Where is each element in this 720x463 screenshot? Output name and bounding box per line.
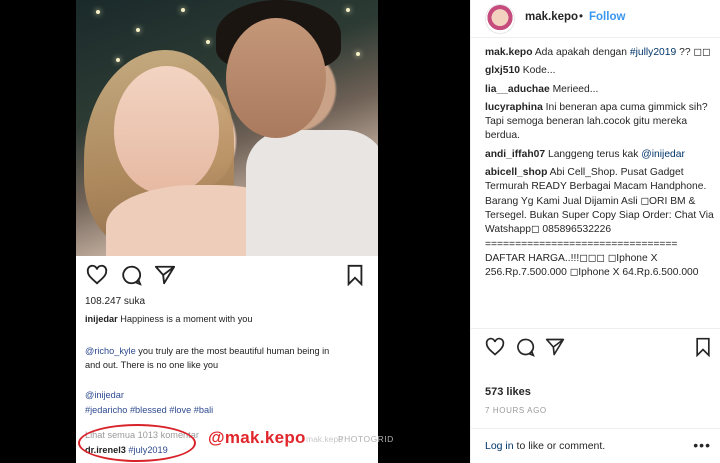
share-icon xyxy=(154,265,176,285)
comment-text: Merieed... xyxy=(552,83,599,95)
login-prompt: Log in to like or comment. xyxy=(485,440,605,452)
post-photo[interactable] xyxy=(76,0,378,256)
man-face xyxy=(226,18,326,138)
follow-button[interactable]: Follow xyxy=(589,11,625,23)
instagram-post-view: 108.247 suka inijedar Happiness is a mom… xyxy=(0,0,720,463)
comment-text: Ada apakah dengan xyxy=(534,47,630,58)
red-circle-annotation xyxy=(78,424,196,462)
comment-user[interactable]: lia__aduchae xyxy=(485,84,550,95)
login-prompt-text: to like or comment. xyxy=(513,440,606,452)
comment-text: Abi Cell_Shop. Pusat Gadget Termurah REA… xyxy=(485,167,714,279)
comments-list[interactable]: mak.kepo Ada apakah dengan #jully2019 ??… xyxy=(485,46,717,324)
comments-pane: mak.kepo • Follow mak.kepo Ada apakah de… xyxy=(470,0,720,463)
post-media-area: 108.247 suka inijedar Happiness is a mom… xyxy=(0,0,470,463)
avatar[interactable] xyxy=(485,4,515,34)
comments-scrollbar[interactable] xyxy=(714,46,718,324)
login-footer: Log in to like or comment. ••• xyxy=(471,428,720,463)
comment-user[interactable]: abicell_shop xyxy=(485,167,547,178)
comment-user[interactable]: glxj510 xyxy=(485,65,520,76)
comment-item: lia__aduchae Merieed... xyxy=(485,83,717,97)
post-action-bar xyxy=(471,328,720,364)
watermark-text: @mak.kepo xyxy=(208,428,306,447)
login-link[interactable]: Log in xyxy=(485,440,514,452)
bookmark-icon xyxy=(347,264,363,286)
embedded-action-bar xyxy=(86,264,368,290)
header-separator: • xyxy=(579,11,584,23)
comment-user[interactable]: andi_iffah07 xyxy=(485,149,545,160)
comment-text-after: ?? ◻◻ xyxy=(676,47,711,58)
photogrid-watermark: PHOTOGRID xyxy=(338,434,394,444)
embedded-mention-line: @richo_kyle you truly are the most beaut… xyxy=(85,346,375,357)
comment-text: Langgeng terus kak xyxy=(547,148,642,160)
comment-icon xyxy=(122,265,142,286)
embedded-caption: inijedar Happiness is a moment with you xyxy=(85,314,375,325)
comment-user[interactable]: lucyraphina xyxy=(485,102,543,113)
header-username[interactable]: mak.kepo xyxy=(525,11,578,23)
post-header: mak.kepo • Follow xyxy=(471,0,720,38)
post-timestamp[interactable]: 7 HOURS AGO xyxy=(485,406,547,415)
embedded-post-screenshot: 108.247 suka inijedar Happiness is a mom… xyxy=(76,256,393,463)
comment-item: glxj510 Kode... xyxy=(485,64,717,78)
likes-count[interactable]: 573 likes xyxy=(485,386,531,398)
mention-text: you truly are the most beautiful human b… xyxy=(138,346,330,356)
comment-item: abicell_shop Abi Cell_Shop. Pusat Gadget… xyxy=(485,166,717,280)
share-icon[interactable] xyxy=(545,337,565,357)
more-options-icon[interactable]: ••• xyxy=(693,437,711,453)
man-shirt xyxy=(246,130,378,256)
comment-item: mak.kepo Ada apakah dengan #jully2019 ??… xyxy=(485,46,717,60)
caption-user: inijedar xyxy=(85,314,118,324)
comment-user[interactable]: mak.kepo xyxy=(485,47,533,58)
embedded-mention-line-2: and out. There is no one like you xyxy=(85,360,219,370)
embedded-self-mention: @inijedar xyxy=(85,390,124,400)
bookmark-icon[interactable] xyxy=(693,337,713,357)
embedded-likes: 108.247 suka xyxy=(85,296,146,307)
heart-icon[interactable] xyxy=(485,337,505,357)
comment-mention[interactable]: @inijedar xyxy=(641,149,685,160)
comment-icon[interactable] xyxy=(515,337,535,357)
comment-hashtag[interactable]: #jully2019 xyxy=(630,47,676,58)
heart-icon xyxy=(86,264,108,285)
embedded-hashtags: #jedaricho #blessed #love #bali xyxy=(85,405,214,415)
comment-text: Kode... xyxy=(522,65,556,77)
comment-item: andi_iffah07 Langgeng terus kak @inijeda… xyxy=(485,148,717,162)
comment-item: lucyraphina Ini beneran apa cuma gimmick… xyxy=(485,101,717,144)
caption-text: Happiness is a moment with you xyxy=(120,314,253,324)
mention-user: @richo_kyle xyxy=(85,346,136,356)
woman-face xyxy=(114,66,219,194)
